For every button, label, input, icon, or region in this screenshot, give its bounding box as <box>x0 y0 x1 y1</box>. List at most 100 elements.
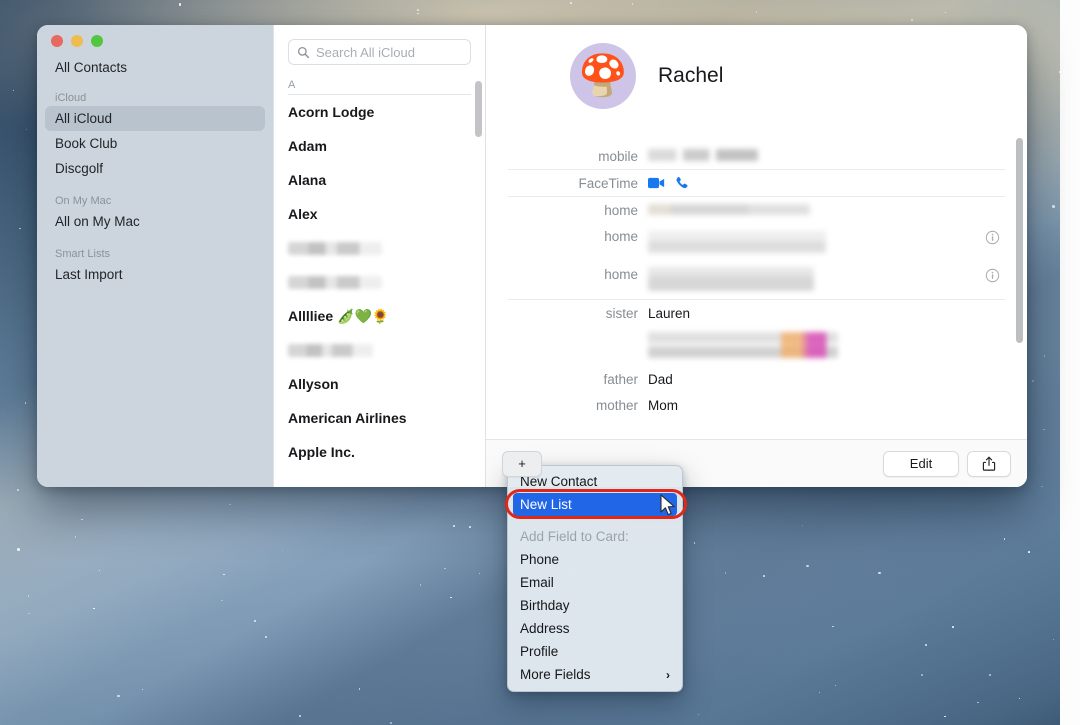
menu-item-more-fields[interactable]: More Fields › <box>508 663 682 686</box>
contact-name: Acorn Lodge <box>288 104 374 120</box>
sidebar-item-label: All Contacts <box>55 60 127 75</box>
close-button[interactable] <box>51 35 63 47</box>
field-row-sister[interactable]: sister Lauren <box>508 299 1005 326</box>
list-item[interactable]: Allyson <box>274 367 485 401</box>
minimize-button[interactable] <box>71 35 83 47</box>
field-label: home <box>508 202 648 218</box>
menu-item-address[interactable]: Address <box>508 617 682 640</box>
menu-item-label: Phone <box>520 552 559 567</box>
field-row-facetime[interactable]: FaceTime <box>508 169 1005 196</box>
menu-item-label: Birthday <box>520 598 570 613</box>
sidebar-item-book-club[interactable]: Book Club <box>45 131 265 156</box>
field-row-father[interactable]: father Dad <box>508 366 1005 392</box>
avatar-emoji: 🍄 <box>578 56 628 96</box>
menu-item-label: Email <box>520 575 554 590</box>
list-item[interactable]: Apple Inc. <box>274 435 485 469</box>
menu-item-label: New List <box>520 497 572 512</box>
field-label: FaceTime <box>508 175 648 191</box>
field-row-mobile[interactable]: mobile <box>508 143 1005 169</box>
list-item[interactable] <box>274 265 485 299</box>
contact-name: Alllliee 🫛💚🌻 <box>288 308 389 325</box>
contact-detail-scrollbar[interactable] <box>1016 138 1023 343</box>
list-item[interactable] <box>274 231 485 265</box>
zoom-button[interactable] <box>91 35 103 47</box>
field-value: Lauren <box>648 305 979 321</box>
chevron-right-icon: › <box>666 668 670 682</box>
contact-list-scrollbar[interactable] <box>475 81 482 137</box>
facetime-video-icon[interactable] <box>648 177 665 189</box>
contact-name: Alana <box>288 172 326 188</box>
contacts-window: All Contacts iCloud All iCloud Book Club… <box>37 25 1027 487</box>
field-label: mother <box>508 397 648 413</box>
facetime-audio-icon[interactable] <box>675 176 689 190</box>
field-row-home-3[interactable]: home <box>508 261 1005 299</box>
menu-item-email[interactable]: Email <box>508 571 682 594</box>
menu-section-label: Add Field to Card: <box>520 529 629 544</box>
field-row-redacted-relation[interactable] <box>508 326 1005 366</box>
menu-item-birthday[interactable]: Birthday <box>508 594 682 617</box>
edit-button[interactable]: Edit <box>883 451 959 477</box>
edit-button-label: Edit <box>910 456 932 471</box>
field-label: home <box>508 266 648 282</box>
add-button[interactable]: + <box>502 451 542 477</box>
sidebar-item-all-contacts[interactable]: All Contacts <box>45 55 265 80</box>
share-icon <box>982 456 996 472</box>
list-item[interactable]: Acorn Lodge <box>274 95 485 129</box>
contact-name: Adam <box>288 138 327 154</box>
list-item[interactable]: Adam <box>274 129 485 163</box>
avatar[interactable]: 🍄 <box>570 43 636 109</box>
contact-detail-scrollarea: 🍄 Rachel mobile FaceTime <box>486 25 1027 439</box>
list-item[interactable]: American Airlines <box>274 401 485 435</box>
menu-item-new-list[interactable]: New List <box>513 493 677 516</box>
sidebar-item-all-icloud[interactable]: All iCloud <box>45 106 265 131</box>
menu-item-profile[interactable]: Profile <box>508 640 682 663</box>
sidebar-header-icloud: iCloud <box>45 92 265 104</box>
field-row-home-2[interactable]: home <box>508 223 1005 261</box>
mouse-cursor <box>659 494 677 518</box>
sidebar-item-label: All iCloud <box>55 111 112 126</box>
contact-name: American Airlines <box>288 410 407 426</box>
search-field[interactable]: Search All iCloud <box>288 39 471 65</box>
field-label: father <box>508 371 648 387</box>
list-item[interactable]: Alana <box>274 163 485 197</box>
sidebar-item-label: Discgolf <box>55 161 103 176</box>
field-label <box>508 331 648 332</box>
list-item[interactable]: Alex <box>274 197 485 231</box>
list-item[interactable]: Alllliee 🫛💚🌻 <box>274 299 485 333</box>
share-button[interactable] <box>967 451 1011 477</box>
menu-item-phone[interactable]: Phone <box>508 548 682 571</box>
redacted-field-value <box>648 267 814 291</box>
redacted-contact-name <box>288 276 382 289</box>
screen-right-band <box>1060 0 1080 725</box>
field-label: sister <box>508 305 648 321</box>
redacted-field-value <box>648 231 826 253</box>
sidebar-item-all-on-my-mac[interactable]: All on My Mac <box>45 209 265 234</box>
contact-name: Allyson <box>288 376 339 392</box>
sidebar-item-discgolf[interactable]: Discgolf <box>45 156 265 181</box>
sidebar-header-on-my-mac: On My Mac <box>45 195 265 207</box>
list-item[interactable] <box>274 333 485 367</box>
contact-list-column: Search All iCloud A Acorn Lodge Adam Ala… <box>273 25 485 487</box>
field-label: home <box>508 228 648 244</box>
redacted-field-value <box>648 204 810 215</box>
sidebar-item-label: Last Import <box>55 267 123 282</box>
sidebar-item-label: All on My Mac <box>55 214 140 229</box>
info-icon[interactable] <box>985 230 1000 245</box>
field-value: Dad <box>648 371 979 387</box>
field-value: Mom <box>648 397 979 413</box>
sidebar-item-last-import[interactable]: Last Import <box>45 262 265 287</box>
plus-icon: + <box>518 456 526 471</box>
contact-name: Alex <box>288 206 318 222</box>
sidebar-header-smart-lists: Smart Lists <box>45 248 265 260</box>
search-placeholder: Search All iCloud <box>316 45 415 60</box>
contact-list: Acorn Lodge Adam Alana Alex Alllliee 🫛💚🌻… <box>274 95 485 469</box>
window-controls[interactable] <box>51 35 103 47</box>
menu-section-header-add-field: Add Field to Card: <box>508 525 682 548</box>
contact-name: Apple Inc. <box>288 444 355 460</box>
list-section-header: A <box>288 79 471 95</box>
menu-item-label: More Fields <box>520 667 591 682</box>
field-row-mother[interactable]: mother Mom <box>508 392 1005 418</box>
info-icon[interactable] <box>985 268 1000 283</box>
field-row-home-1[interactable]: home <box>508 196 1005 223</box>
field-label: mobile <box>508 148 648 164</box>
